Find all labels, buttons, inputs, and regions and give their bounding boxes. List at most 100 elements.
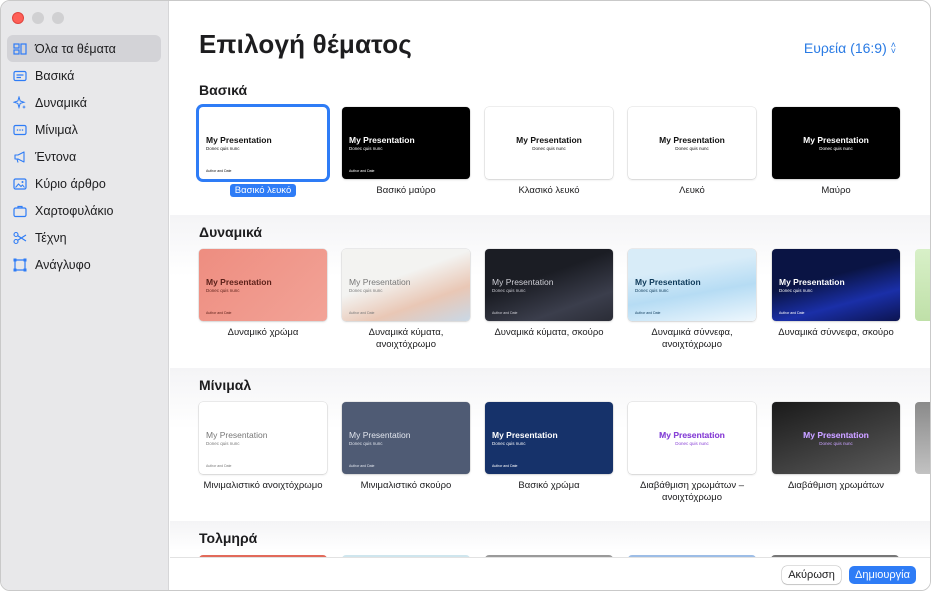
sidebar-list: Όλα τα θέματα Βασικά Δυναμικά Μίνιμαλ Έν… — [7, 35, 161, 278]
theme-thumbnail[interactable]: My Presentation Donec quis nunc — [772, 107, 900, 179]
frame-icon — [13, 258, 27, 272]
theme-caption-text: Δυναμικά σύννεφα, ανοιχτόχρωμο — [651, 327, 733, 350]
theme-tile[interactable]: My Presentation Donec quis nunc Author and… — [342, 249, 470, 351]
theme-tile[interactable]: My Presentation Donec quis nunc Author and… — [199, 249, 327, 339]
theme-caption: Λευκό — [628, 185, 756, 197]
theme-tile[interactable]: My Presentation Donec quis nunc Author and… — [342, 107, 470, 197]
theme-caption: Μινιμαλιστικό ανοιχτόχρωμο — [199, 480, 327, 492]
theme-thumbnail[interactable]: My Presentation Donec quis nunc Author and… — [199, 402, 327, 474]
thumbnail-title: My Presentation — [349, 430, 411, 440]
sidebar: Όλα τα θέματα Βασικά Δυναμικά Μίνιμαλ Έν… — [1, 1, 169, 590]
thumbnail-author: Author and Date — [206, 464, 232, 468]
theme-caption-text: Διαβάθμιση χρωμάτων — [787, 480, 885, 491]
theme-tile[interactable]: My Presentation Donec quis nunc Διαβάθμιση… — [772, 402, 900, 492]
theme-thumbnail[interactable]: My Presentation Donec quis nunc — [628, 107, 756, 179]
theme-tile[interactable]: My Presentation Donec quis nunc Κλασικό λε… — [485, 107, 613, 197]
thumbnail-title: My Presentation — [659, 135, 725, 145]
theme-thumbnail[interactable]: My Presentation Donec quis nunc — [628, 402, 756, 474]
theme-caption: Βασικό χρώμα — [485, 480, 613, 492]
up-down-chevron-icon: ˄ ˅ — [890, 39, 896, 56]
theme-tile[interactable]: My Presentation Donec quis nunc Author and… — [485, 249, 613, 339]
sidebar-item-label: Βασικά — [35, 68, 75, 83]
minimize-window-button[interactable] — [32, 12, 44, 24]
theme-section: Μίνιμαλ My Presentation Donec quis nunc Aut… — [170, 368, 930, 521]
theme-gallery[interactable]: Βασικά My Presentation Donec quis nunc Auth… — [170, 73, 930, 557]
theme-thumbnail[interactable]: My Presentation Donec quis nunc Author and… — [199, 107, 327, 179]
theme-thumbnail[interactable]: My Presentation Donec quis nunc Author and… — [772, 249, 900, 321]
sidebar-item-minimal[interactable]: Μίνιμαλ — [7, 116, 161, 143]
megaphone-icon — [13, 150, 27, 164]
theme-tile[interactable]: My Presentation Donec quis nunc Author and… — [628, 249, 756, 351]
thumbnail-author: Author and Date — [349, 169, 375, 173]
theme-caption: Δυναμικά κύματα, ανοιχτόχρωμο — [342, 327, 470, 351]
sidebar-item-label: Όλα τα θέματα — [35, 41, 116, 56]
thumbnail-subtitle: Donec quis nunc — [635, 288, 669, 293]
theme-thumbnail[interactable]: My Presentation Donec quis nunc Author and… — [342, 107, 470, 179]
theme-thumbnail[interactable]: My Presentation Donec quis nunc Author and… — [485, 402, 613, 474]
theme-thumbnail[interactable]: My Presentation Donec quis nunc Author and… — [342, 249, 470, 321]
thumbnail-author: Author and Date — [206, 311, 232, 315]
close-window-button[interactable] — [12, 12, 24, 24]
scissors-icon — [13, 231, 27, 245]
window-controls — [12, 12, 64, 24]
section-title: Τολμηρά — [199, 530, 258, 546]
sidebar-item-editorial[interactable]: Κύριο άρθρο — [7, 170, 161, 197]
sidebar-item-label: Ανάγλυφο — [35, 257, 91, 272]
theme-tile[interactable]: My Presentation Donec quis nunc Author and… — [199, 402, 327, 492]
thumbnail-title: My Presentation — [516, 135, 582, 145]
theme-thumbnail[interactable]: My Presentation Donec quis nunc — [485, 107, 613, 179]
theme-section: Τολμηρά — [170, 521, 930, 557]
theme-caption-text: Διαβάθμιση χρωμάτων – ανοιχτόχρωμο — [639, 480, 745, 503]
aspect-ratio-popup[interactable]: Ευρεία (16:9) ˄ ˅ — [804, 40, 896, 56]
theme-caption-text: Κλασικό λευκό — [518, 185, 580, 196]
theme-thumbnail[interactable]: My Presentation Donec quis nunc Author and… — [199, 249, 327, 321]
theme-section: Δυναμικά My Presentation Donec quis nunc Au… — [170, 215, 930, 368]
next-theme-peek[interactable] — [915, 249, 930, 321]
theme-caption-text: Δυναμικά κύματα, ανοιχτόχρωμο — [368, 327, 444, 350]
sidebar-item-label: Δυναμικά — [35, 95, 87, 110]
theme-caption-text: Μινιμαλιστικό σκούρο — [360, 480, 452, 491]
theme-tile[interactable]: My Presentation Donec quis nunc Author and… — [342, 402, 470, 492]
thumbnail-author: Author and Date — [349, 311, 375, 315]
sidebar-item-all-themes[interactable]: Όλα τα θέματα — [7, 35, 161, 62]
theme-caption-text: Δυναμικό χρώμα — [227, 327, 299, 338]
sidebar-item-portfolio[interactable]: Χαρτοφυλάκιο — [7, 197, 161, 224]
theme-thumbnail[interactable]: My Presentation Donec quis nunc — [772, 402, 900, 474]
sidebar-item-bold[interactable]: Έντονα — [7, 143, 161, 170]
cancel-button[interactable]: Ακύρωση — [782, 566, 841, 584]
sidebar-item-art[interactable]: Τέχνη — [7, 224, 161, 251]
sidebar-item-relief[interactable]: Ανάγλυφο — [7, 251, 161, 278]
thumbnail-author: Author and Date — [492, 464, 518, 468]
theme-tile[interactable]: My Presentation Donec quis nunc Author and… — [485, 402, 613, 492]
thumbnail-subtitle: Donec quis nunc — [349, 441, 383, 446]
thumbnail-title: My Presentation — [772, 430, 900, 440]
theme-thumbnail[interactable]: My Presentation Donec quis nunc Author and… — [628, 249, 756, 321]
thumbnail-title: My Presentation — [349, 277, 411, 287]
theme-tile[interactable]: My Presentation Donec quis nunc Μαύρο — [772, 107, 900, 197]
theme-thumbnail[interactable]: My Presentation Donec quis nunc Author and… — [485, 249, 613, 321]
theme-tile[interactable]: My Presentation Donec quis nunc Λευκό — [628, 107, 756, 197]
theme-caption: Μαύρο — [772, 185, 900, 197]
thumbnail-author: Author and Date — [206, 169, 232, 173]
page-title: Επιλογή θέματος — [199, 29, 413, 59]
thumbnail-subtitle: Donec quis nunc — [819, 441, 853, 446]
theme-caption: Δυναμικά σύννεφα, σκούρο — [772, 327, 900, 339]
theme-caption-text: Μινιμαλιστικό ανοιχτόχρωμο — [203, 480, 323, 491]
theme-caption: Μινιμαλιστικό σκούρο — [342, 480, 470, 492]
create-button[interactable]: Δημιουργία — [849, 566, 916, 584]
theme-caption-text: Μαύρο — [821, 185, 851, 196]
theme-row: My Presentation Donec quis nunc Author and… — [170, 249, 930, 368]
sidebar-item-dynamic[interactable]: Δυναμικά — [7, 89, 161, 116]
section-title: Μίνιμαλ — [199, 377, 252, 393]
theme-tile[interactable]: My Presentation Donec quis nunc Διαβάθμιση… — [628, 402, 756, 504]
zoom-window-button[interactable] — [52, 12, 64, 24]
thumbnail-title: My Presentation — [206, 277, 272, 287]
theme-tile[interactable]: My Presentation Donec quis nunc Author and… — [199, 107, 327, 197]
sidebar-item-basic[interactable]: Βασικά — [7, 62, 161, 89]
theme-thumbnail[interactable]: My Presentation Donec quis nunc Author and… — [342, 402, 470, 474]
theme-tile[interactable]: My Presentation Donec quis nunc Author and… — [772, 249, 900, 339]
next-theme-peek[interactable] — [915, 402, 930, 474]
thumbnail-title: My Presentation — [635, 277, 701, 287]
theme-caption-text: Βασικό λευκό — [229, 184, 297, 197]
aspect-ratio-label: Ευρεία (16:9) — [803, 40, 887, 56]
